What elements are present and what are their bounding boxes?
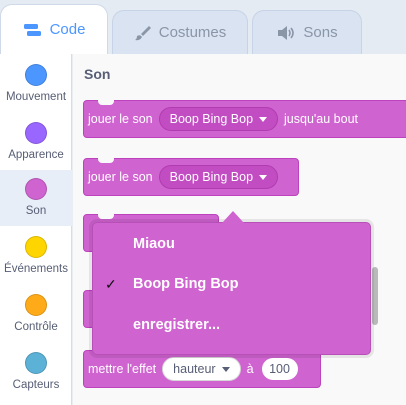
block-set-effect[interactable]: mettre l'effet hauteur à 100 — [83, 350, 321, 388]
tab-code-label: Code — [49, 21, 86, 38]
block-text: jouer le son — [88, 112, 153, 126]
sound-menu-value: Boop Bing Bop — [169, 170, 254, 184]
block-play-sound-until-done[interactable]: jouer le son Boop Bing Bop jusqu'au bout — [83, 100, 406, 138]
dropdown-option-label: Miaou — [133, 236, 175, 252]
category-dot-icon — [25, 352, 47, 374]
tab-costumes[interactable]: Costumes — [112, 10, 248, 54]
category-dot-icon — [25, 236, 47, 258]
block-text: jusqu'au bout — [284, 112, 359, 126]
editor-tab-bar: Code Costumes Sons — [0, 0, 406, 54]
dropdown-option-label: Boop Bing Bop — [133, 276, 239, 292]
category-label: Son — [25, 205, 47, 217]
sound-menu[interactable]: Boop Bing Bop — [158, 165, 279, 189]
chevron-down-icon — [259, 116, 268, 122]
effect-menu-value: hauteur — [173, 362, 216, 376]
chevron-down-icon — [259, 174, 268, 180]
category-menu: Mouvement Apparence Son Événements Contr… — [0, 54, 72, 405]
check-icon: ✓ — [105, 275, 117, 292]
category-controle[interactable]: Contrôle — [0, 286, 72, 342]
chevron-down-icon — [221, 366, 230, 372]
dropdown-option[interactable]: enregistrer... — [93, 309, 370, 341]
category-evenements[interactable]: Événements — [0, 228, 72, 284]
dropdown-option[interactable]: Miaou — [93, 228, 370, 260]
category-label: Contrôle — [14, 321, 58, 333]
category-label: Apparence — [8, 149, 64, 161]
palette-scrollbar[interactable] — [372, 267, 378, 325]
category-dot-icon — [25, 294, 47, 316]
category-label: Événements — [4, 263, 68, 275]
sound-menu[interactable]: Boop Bing Bop — [158, 107, 279, 131]
category-mouvement[interactable]: Mouvement — [0, 56, 72, 112]
tab-code[interactable]: Code — [0, 4, 108, 54]
brush-icon — [134, 24, 152, 42]
dropdown-option-label: enregistrer... — [133, 317, 221, 333]
dropdown-pointer — [222, 211, 244, 223]
category-apparence[interactable]: Apparence — [0, 114, 72, 170]
block-play-sound[interactable]: jouer le son Boop Bing Bop — [83, 158, 299, 196]
category-son[interactable]: Son — [0, 170, 72, 226]
effect-menu[interactable]: hauteur — [162, 357, 241, 381]
block-notch — [98, 100, 114, 105]
category-dot-icon — [25, 64, 47, 86]
category-capteurs[interactable]: Capteurs — [0, 344, 72, 400]
block-notch — [98, 214, 114, 219]
block-text: à — [246, 362, 254, 376]
category-dot-icon — [25, 178, 47, 200]
speaker-icon — [276, 25, 296, 41]
category-dot-icon — [25, 122, 47, 144]
sound-dropdown-menu: Miaou ✓ Boop Bing Bop enregistrer... — [92, 222, 371, 355]
tab-sons-label: Sons — [303, 24, 338, 41]
sound-menu-value: Boop Bing Bop — [169, 112, 254, 126]
block-text: mettre l'effet — [88, 362, 157, 376]
tab-costumes-label: Costumes — [158, 24, 227, 41]
dropdown-option-selected[interactable]: ✓ Boop Bing Bop — [93, 268, 370, 300]
effect-value-input[interactable]: 100 — [261, 358, 298, 380]
palette-heading: Son — [84, 66, 111, 82]
block-notch — [98, 158, 114, 163]
category-label: Capteurs — [12, 379, 60, 391]
tab-sons[interactable]: Sons — [252, 10, 362, 54]
category-label: Mouvement — [5, 91, 67, 103]
block-text: jouer le son — [88, 170, 153, 184]
code-icon — [23, 22, 43, 38]
